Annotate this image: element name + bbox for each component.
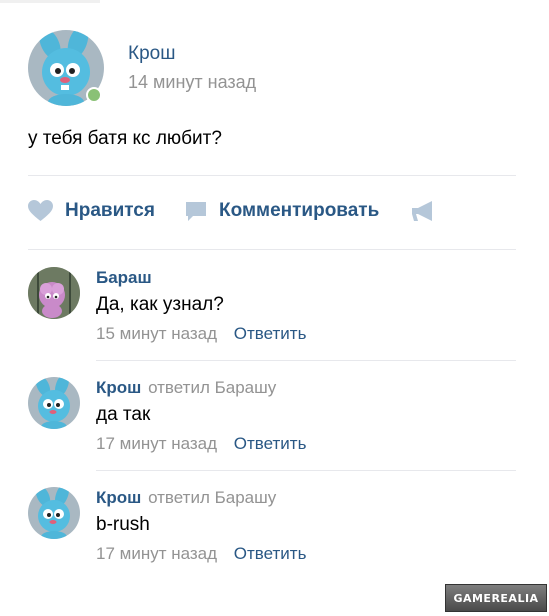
- comment-footer: 17 минут назад Ответить: [96, 434, 306, 454]
- post-timestamp[interactable]: 14 минут назад: [128, 72, 256, 93]
- vk-post-page: Крош 14 минут назад у тебя батя кс любит…: [0, 0, 549, 616]
- reply-link[interactable]: Ответить: [234, 544, 307, 563]
- comment-header: Крош ответил Барашу: [96, 488, 276, 508]
- comment-author-name[interactable]: Крош: [96, 378, 141, 397]
- like-button[interactable]: Нравится: [28, 198, 155, 224]
- post-author-name[interactable]: Крош: [128, 43, 175, 65]
- watermark-logo: GAMEREALIA: [445, 584, 547, 612]
- divider-post-actions: [28, 175, 516, 176]
- comment-item: Крош ответил Барашу да так 17 минут наза…: [0, 360, 549, 470]
- reply-link[interactable]: Ответить: [234, 434, 307, 453]
- comment-footer: 17 минут назад Ответить: [96, 544, 306, 564]
- comment-text: да так: [96, 404, 151, 425]
- krosh-avatar-image: [28, 487, 80, 539]
- post: Крош 14 минут назад у тебя батя кс любит…: [0, 0, 549, 250]
- comment-author-avatar[interactable]: [28, 377, 80, 429]
- share-button[interactable]: [410, 198, 436, 224]
- reply-to-label[interactable]: ответил Барашу: [148, 378, 276, 397]
- comment-bubble-icon: [186, 202, 206, 221]
- comment-author-avatar[interactable]: [28, 267, 80, 319]
- barash-avatar-image: [28, 267, 80, 319]
- comment-footer: 15 минут назад Ответить: [96, 324, 306, 344]
- post-text: у тебя батя кс любит?: [28, 128, 222, 149]
- comment-timestamp[interactable]: 17 минут назад: [96, 544, 217, 563]
- comment-author-name[interactable]: Крош: [96, 488, 141, 507]
- online-indicator: [86, 87, 102, 103]
- comment-author-name[interactable]: Бараш: [96, 268, 152, 287]
- reply-link[interactable]: Ответить: [234, 324, 307, 343]
- comment-label: Комментировать: [219, 200, 380, 221]
- comment-item: Бараш Да, как узнал? 15 минут назад Отве…: [0, 250, 549, 360]
- reply-to-label[interactable]: ответил Барашу: [148, 488, 276, 507]
- like-label: Нравится: [65, 200, 155, 221]
- comment-item: Крош ответил Барашу b-rush 17 минут наза…: [0, 470, 549, 580]
- comment-header: Крош ответил Барашу: [96, 378, 276, 398]
- megaphone-icon: [412, 201, 432, 221]
- krosh-avatar-image: [28, 377, 80, 429]
- comment-timestamp[interactable]: 15 минут назад: [96, 324, 217, 343]
- comment-text: Да, как узнал?: [96, 294, 224, 315]
- comment-header: Бараш: [96, 268, 152, 288]
- comment-timestamp[interactable]: 17 минут назад: [96, 434, 217, 453]
- heart-icon: [28, 200, 53, 221]
- comment-button[interactable]: Комментировать: [185, 198, 379, 224]
- comment-author-avatar[interactable]: [28, 487, 80, 539]
- comment-text: b-rush: [96, 514, 150, 535]
